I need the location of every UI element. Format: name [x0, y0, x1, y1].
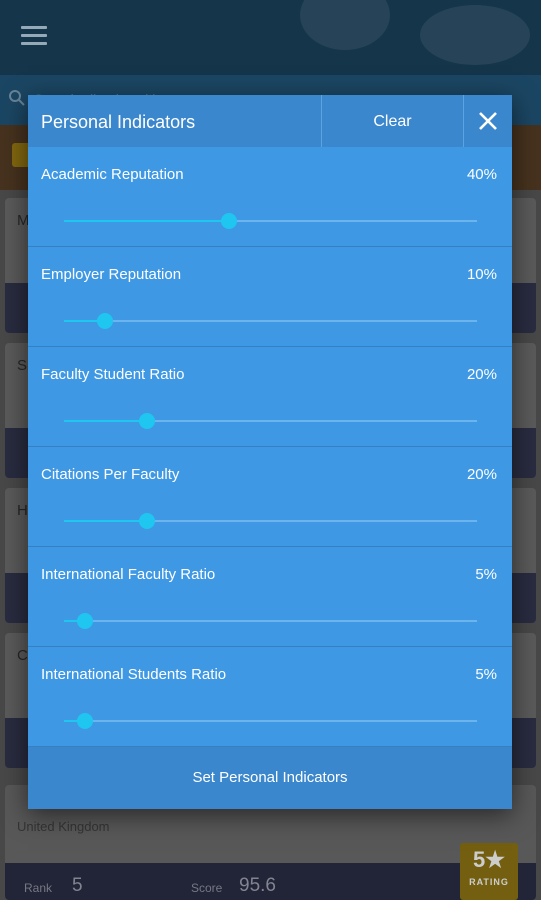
indicator-slider[interactable]: [64, 613, 477, 629]
indicator-label: Citations Per Faculty: [41, 466, 180, 483]
slider-thumb[interactable]: [97, 313, 114, 329]
indicator-label: Employer Reputation: [41, 266, 182, 283]
dialog-header: Personal Indicators Clear: [28, 95, 512, 147]
dialog-title: Personal Indicators: [41, 112, 196, 132]
indicator-row: Employer Reputation 10%: [28, 247, 512, 347]
indicator-row: International Faculty Ratio 5%: [28, 547, 512, 647]
slider-fill: [64, 220, 230, 222]
set-personal-indicators-button[interactable]: Set Personal Indicators: [28, 747, 512, 809]
indicator-value: 40%: [466, 166, 497, 183]
indicator-slider[interactable]: [64, 713, 477, 729]
slider-fill: [64, 420, 147, 422]
indicator-row: Academic Reputation 40%: [28, 147, 512, 247]
indicator-label: International Students Ratio: [41, 666, 227, 683]
indicator-row: International Students Ratio 5%: [28, 647, 512, 747]
indicator-slider[interactable]: [64, 313, 477, 329]
indicator-value: 20%: [466, 466, 497, 483]
indicator-value: 5%: [475, 666, 497, 683]
indicator-label: Faculty Student Ratio: [41, 366, 185, 383]
indicator-label: International Faculty Ratio: [41, 566, 216, 583]
indicator-row: Citations Per Faculty 20%: [28, 447, 512, 547]
indicator-row: Faculty Student Ratio 20%: [28, 347, 512, 447]
indicator-slider[interactable]: [64, 413, 477, 429]
close-icon: [479, 112, 497, 130]
slider-thumb[interactable]: [138, 513, 155, 529]
indicator-slider[interactable]: [64, 213, 477, 229]
indicator-slider[interactable]: [64, 513, 477, 529]
slider-thumb[interactable]: [76, 613, 93, 629]
indicator-value: 5%: [475, 566, 497, 583]
indicator-value: 20%: [466, 366, 497, 383]
slider-thumb[interactable]: [221, 213, 238, 229]
dialog-footer: Set Personal Indicators: [28, 747, 512, 809]
indicator-value: 10%: [466, 266, 497, 283]
personal-indicators-dialog: Personal Indicators Clear Academic Reput…: [28, 95, 512, 809]
indicator-label: Academic Reputation: [41, 166, 184, 183]
slider-thumb[interactable]: [76, 713, 93, 729]
slider-thumb[interactable]: [138, 413, 155, 429]
close-button[interactable]: [464, 95, 512, 147]
clear-button[interactable]: Clear: [322, 95, 463, 147]
slider-fill: [64, 520, 147, 522]
